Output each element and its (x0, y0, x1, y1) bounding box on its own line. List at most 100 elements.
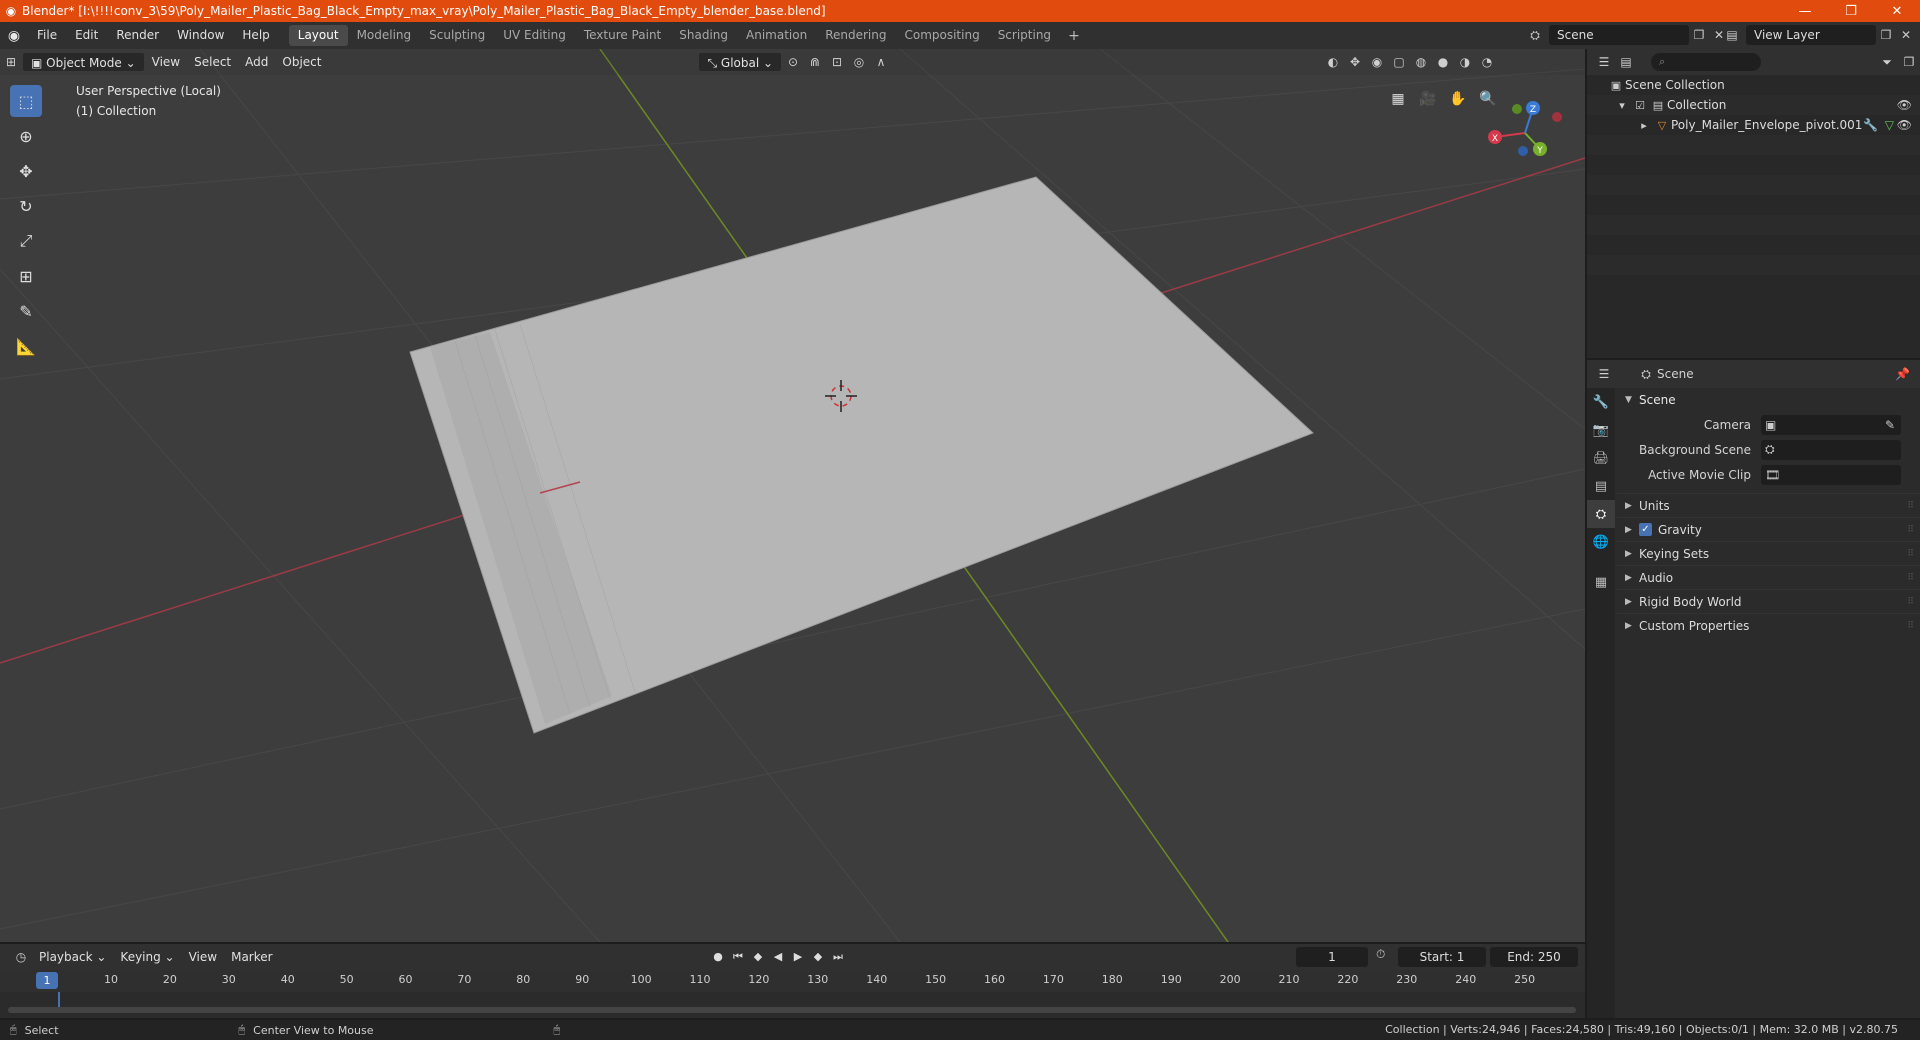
close-button[interactable]: ✕ (1874, 0, 1920, 22)
wireframe-shading-icon[interactable]: ◍ (1410, 52, 1432, 72)
timeline-ruler[interactable]: 1 10 20 30 40 50 60 70 80 90 100 110 120 130 140 150 16… (0, 970, 1585, 992)
solid-shading-icon[interactable]: ● (1432, 52, 1454, 72)
neg-z-axis-handle[interactable] (1518, 146, 1528, 156)
tab-rendering[interactable]: Rendering (816, 25, 895, 46)
blender-logo-icon[interactable]: ◉ (0, 28, 28, 44)
render-tab-icon[interactable]: 📷 (1587, 416, 1615, 444)
annotate-tool-icon[interactable]: ✎ (10, 295, 42, 327)
menu-playback[interactable]: Playback ⌄ (32, 947, 113, 967)
mesh-data-icon[interactable]: ▽ (1885, 118, 1894, 132)
measure-tool-icon[interactable]: 📐 (10, 330, 42, 362)
object-visibility-eye-icon[interactable]: 👁 (1897, 118, 1912, 132)
scale-tool-icon[interactable]: ⤢ (10, 225, 42, 257)
end-frame-field[interactable]: End: 250 (1490, 947, 1578, 967)
current-frame-indicator[interactable]: 1 (36, 972, 58, 989)
tab-animation[interactable]: Animation (737, 25, 816, 46)
play-reverse-icon[interactable]: ◀ (768, 947, 788, 967)
menu-window[interactable]: Window (168, 22, 233, 49)
object-mode-dropdown[interactable]: ▣ Object Mode ⌄ (22, 52, 145, 72)
add-workspace-button[interactable]: + (1060, 28, 1088, 44)
ortho-toggle-icon[interactable]: ▦ (1383, 87, 1413, 111)
tool-tab-icon[interactable]: 🔧 (1587, 388, 1615, 416)
custom-properties-panel[interactable]: ▶ Custom Properties ⠿ (1617, 613, 1920, 637)
3d-viewport[interactable]: ⊞ ▣ Object Mode ⌄ View Select Add Object… (0, 49, 1585, 942)
camera-view-icon[interactable]: 🎥 (1413, 87, 1443, 111)
stopwatch-icon[interactable]: ⏱ (1376, 947, 1385, 962)
current-frame-field[interactable]: 1 (1296, 947, 1368, 967)
view-layer-icon[interactable]: ▤ (1722, 25, 1742, 45)
proportional-edit-icon[interactable]: ◎ (848, 52, 870, 72)
editor-type-icon[interactable]: ⊞ (0, 52, 22, 72)
collection-visibility-eye-icon[interactable]: 👁 (1897, 98, 1912, 112)
gravity-panel[interactable]: ▶ ✓ Gravity ⠿ (1617, 517, 1920, 541)
timeline-scrollbar[interactable] (8, 1007, 1576, 1013)
expand-arrow-icon[interactable]: ▾ (1613, 99, 1631, 112)
view-layer-tab-icon[interactable]: ▤ (1587, 472, 1615, 500)
outliner-row-scene-collection[interactable]: ▣ Scene Collection (1587, 75, 1920, 95)
start-frame-field[interactable]: Start: 1 (1398, 947, 1486, 967)
scene-name-field[interactable]: Scene (1549, 25, 1689, 45)
view-layer-field[interactable]: View Layer (1746, 25, 1876, 45)
menu-edit[interactable]: Edit (66, 22, 107, 49)
cursor-tool-icon[interactable]: ⊕ (10, 120, 42, 152)
tab-sculpting[interactable]: Sculpting (420, 25, 494, 46)
jump-start-icon[interactable]: ⏮ (728, 947, 748, 967)
properties-editor-type-icon[interactable]: ☰ (1593, 364, 1615, 384)
audio-panel[interactable]: ▶ Audio ⠿ (1617, 565, 1920, 589)
menu-keying[interactable]: Keying ⌄ (113, 947, 181, 967)
active-movie-clip-field[interactable]: 🎞 (1761, 464, 1901, 485)
expand-arrow-icon[interactable]: ▸ (1635, 119, 1653, 132)
scene-icon[interactable]: ⛭ (1525, 25, 1545, 45)
menu-help[interactable]: Help (233, 22, 278, 49)
keying-sets-panel[interactable]: ▶ Keying Sets ⠿ (1617, 541, 1920, 565)
camera-field[interactable]: ▣ ✎ (1761, 414, 1901, 435)
maximize-button[interactable]: ❐ (1828, 0, 1874, 22)
navigation-gizmo[interactable]: X Y Z (1485, 93, 1565, 173)
tab-modeling[interactable]: Modeling (348, 25, 421, 46)
outliner-editor-type-icon[interactable]: ☰ (1593, 52, 1615, 72)
falloff-icon[interactable]: ∧ (870, 52, 892, 72)
delete-view-layer-icon[interactable]: ✕ (1896, 25, 1916, 45)
play-icon[interactable]: ▶ (788, 947, 808, 967)
tab-scripting[interactable]: Scripting (989, 25, 1060, 46)
move-tool-icon[interactable]: ✥ (10, 155, 42, 187)
record-icon[interactable]: ● (708, 947, 728, 967)
minimize-button[interactable]: — (1782, 0, 1828, 22)
new-collection-icon[interactable]: ❐ (1898, 52, 1920, 72)
outliner-search-input[interactable]: ⌕ (1651, 53, 1761, 71)
select-box-tool-icon[interactable]: ⬚ (10, 85, 42, 117)
outliner-row-object[interactable]: ▸ ▽ Poly_Mailer_Envelope_pivot.001 🔧 ▽ 👁 (1587, 115, 1920, 135)
xray-icon[interactable]: ▢ (1388, 52, 1410, 72)
rendered-shading-icon[interactable]: ◔ (1476, 52, 1498, 72)
texture-tab-icon[interactable]: ▦ (1587, 568, 1615, 596)
gravity-checkbox[interactable]: ✓ (1639, 523, 1652, 536)
menu-select[interactable]: Select (187, 52, 238, 72)
visibility-icon[interactable]: ◐ (1322, 52, 1344, 72)
menu-timeline-view[interactable]: View (182, 947, 224, 967)
menu-view[interactable]: View (145, 52, 187, 72)
display-mode-icon[interactable]: ▤ (1615, 52, 1637, 72)
pin-icon[interactable]: 📌 (1895, 367, 1910, 381)
timeline-editor-type-icon[interactable]: ◷ (10, 947, 32, 967)
pivot-icon[interactable]: ⊙ (782, 52, 804, 72)
menu-add[interactable]: Add (238, 52, 275, 72)
tab-layout[interactable]: Layout (288, 25, 348, 46)
tab-compositing[interactable]: Compositing (895, 25, 988, 46)
outliner-row-collection[interactable]: ▾ ☑ ▤ Collection 👁 (1587, 95, 1920, 115)
prev-keyframe-icon[interactable]: ◆ (748, 947, 768, 967)
overlay-icon[interactable]: ◉ (1366, 52, 1388, 72)
output-tab-icon[interactable]: 🖨 (1587, 444, 1615, 472)
background-scene-field[interactable]: ⛭ (1761, 439, 1901, 460)
snap-target-icon[interactable]: ⊡ (826, 52, 848, 72)
rotate-tool-icon[interactable]: ↻ (10, 190, 42, 222)
jump-end-icon[interactable]: ⏭ (828, 947, 848, 967)
tab-uv-editing[interactable]: UV Editing (494, 25, 575, 46)
menu-marker[interactable]: Marker (224, 947, 279, 967)
scene-panel-header[interactable]: ▼ Scene (1617, 388, 1920, 412)
new-view-layer-icon[interactable]: ❐ (1876, 25, 1896, 45)
tab-shading[interactable]: Shading (670, 25, 737, 46)
menu-object[interactable]: Object (275, 52, 328, 72)
modifier-wrench-icon[interactable]: 🔧 (1863, 118, 1878, 132)
new-scene-icon[interactable]: ❐ (1689, 25, 1709, 45)
snap-icon[interactable]: ⋒ (804, 52, 826, 72)
